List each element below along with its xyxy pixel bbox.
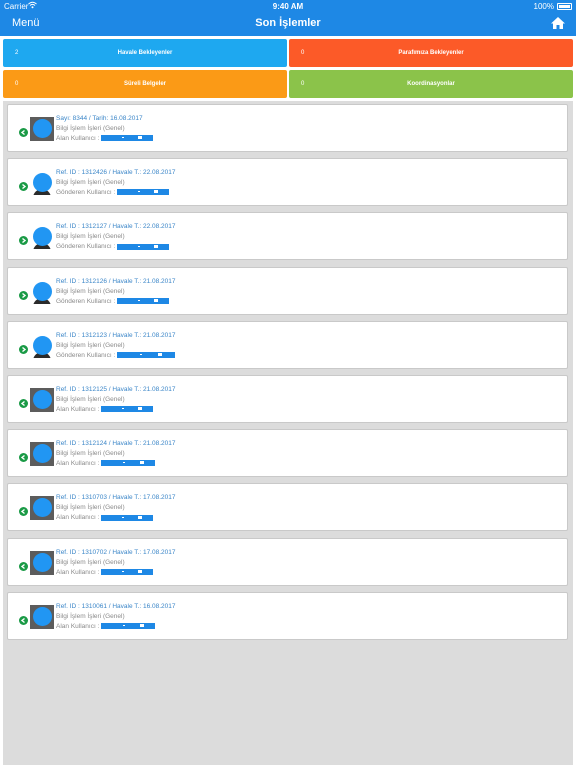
redacted-user-name — [117, 297, 170, 304]
redacted-user-name — [101, 460, 156, 467]
item-user-row: Gönderen Kullanıcı : — [56, 189, 170, 197]
item-user-label: Alan Kullanıcı : — [56, 135, 100, 142]
forward-arrow-icon — [19, 341, 28, 354]
redacted-user-name — [101, 623, 156, 630]
nav-bar: Menü Son İşlemler — [0, 12, 576, 36]
avatar — [30, 604, 54, 629]
item-title: Ref. ID : 1310061 / Havale T.: 16.08.201… — [56, 602, 176, 610]
battery-icon — [557, 3, 572, 10]
item-user-row: Gönderen Kullanıcı : — [56, 297, 170, 305]
item-user-row: Gönderen Kullanıcı : — [56, 351, 176, 359]
item-title: Ref. ID : 1312123 / Havale T.: 21.08.201… — [56, 331, 176, 339]
back-arrow-icon — [19, 124, 28, 137]
item-user-label: Gönderen Kullanıcı : — [56, 297, 116, 305]
dashboard-label: Havale Bekleyenler — [117, 50, 173, 56]
item-user-row: Alan Kullanıcı : — [56, 622, 156, 630]
item-category: Bilgi İşlem İşleri (Genel) — [56, 612, 125, 620]
item-category: Bilgi İşlem İşleri (Genel) — [56, 450, 125, 458]
item-category: Bilgi İşlem İşleri (Genel) — [56, 396, 125, 403]
item-category: Bilgi İşlem İşleri (Genel) — [56, 233, 125, 241]
recent-transactions-list[interactable]: Sayı: 8344 / Tarih: 16.08.2017 Bilgi İşle… — [3, 101, 573, 765]
dashboard-paraf-bekleyenler[interactable]: 0 Parafımıza Bekleyenler — [289, 39, 573, 67]
item-category: Bilgi İşlem İşleri (Genel) — [56, 179, 125, 187]
back-arrow-icon — [19, 558, 28, 571]
redacted-user-name — [117, 352, 176, 359]
item-title: Ref. ID : 1312126 / Havale T.: 21.08.201… — [56, 277, 176, 285]
avatar — [30, 117, 54, 141]
avatar — [30, 333, 54, 358]
list-item[interactable]: Ref. ID : 1312124 / Havale T.: 21.08.201… — [7, 429, 568, 478]
item-user-label: Gönderen Kullanıcı : — [56, 351, 116, 359]
clock: 9:40 AM — [272, 2, 304, 11]
forward-arrow-icon — [19, 232, 28, 246]
list-item[interactable]: Ref. ID : 1312426 / Havale T.: 22.08.201… — [7, 158, 568, 207]
item-title: Ref. ID : 1312125 / Havale T.: 21.08.201… — [56, 386, 176, 393]
list-item[interactable]: Ref. ID : 1312127 / Havale T.: 22.08.201… — [7, 212, 568, 261]
list-item[interactable]: Ref. ID : 1312123 / Havale T.: 21.08.201… — [7, 320, 568, 369]
item-category: Bilgi İşlem İşleri (Genel) — [56, 125, 125, 132]
back-arrow-icon — [19, 612, 28, 625]
redacted-user-name — [101, 568, 154, 575]
item-user-row: Alan Kullanıcı : — [56, 514, 154, 522]
avatar — [30, 442, 54, 467]
back-arrow-icon — [19, 503, 28, 517]
item-category: Bilgi İşlem İşleri (Genel) — [56, 504, 125, 512]
list-item[interactable]: Ref. ID : 1312126 / Havale T.: 21.08.201… — [7, 266, 568, 315]
redacted-user-name — [101, 514, 154, 521]
redacted-user-name — [101, 135, 154, 142]
home-icon[interactable] — [550, 15, 566, 31]
list-item[interactable]: Ref. ID : 1310061 / Havale T.: 16.08.201… — [7, 591, 568, 640]
dashboard-havale-bekleyenler[interactable]: 2 Havale Bekleyenler — [3, 39, 287, 67]
list-item[interactable]: Sayı: 8344 / Tarih: 16.08.2017 Bilgi İşle… — [7, 104, 568, 152]
forward-arrow-icon — [19, 178, 28, 192]
avatar — [30, 496, 54, 521]
back-arrow-icon — [19, 449, 28, 463]
item-user-label: Gönderen Kullanıcı : — [56, 243, 116, 251]
item-title: Ref. ID : 1310703 / Havale T.: 17.08.201… — [56, 494, 176, 502]
avatar — [30, 388, 54, 412]
item-user-label: Alan Kullanıcı : — [56, 406, 100, 413]
item-title: Ref. ID : 1312127 / Havale T.: 22.08.201… — [56, 223, 176, 231]
list-item[interactable]: Ref. ID : 1310702 / Havale T.: 17.08.201… — [7, 537, 568, 586]
dashboard-sureli-belgeler[interactable]: 0 Süreli Belgeler — [3, 70, 287, 98]
item-category: Bilgi İşlem İşleri (Genel) — [56, 558, 125, 566]
item-user-row: Gönderen Kullanıcı : — [56, 243, 170, 251]
avatar — [30, 225, 54, 250]
status-bar: Carrier 9:40 AM 100% — [0, 0, 576, 12]
item-user-label: Alan Kullanıcı : — [56, 568, 100, 576]
item-user-row: Alan Kullanıcı : — [56, 568, 154, 576]
item-user-row: Alan Kullanıcı : — [56, 406, 154, 413]
item-user-label: Alan Kullanıcı : — [56, 460, 100, 468]
redacted-user-name — [101, 406, 154, 413]
item-user-label: Alan Kullanıcı : — [56, 622, 100, 630]
redacted-user-name — [117, 243, 170, 250]
item-user-label: Alan Kullanıcı : — [56, 514, 100, 522]
dashboard-koordinasyonlar[interactable]: 0 Koordinasyonlar — [289, 70, 573, 98]
page-title: Son İşlemler — [255, 17, 321, 29]
list-item[interactable]: Ref. ID : 1312125 / Havale T.: 21.08.201… — [7, 375, 568, 423]
item-title: Ref. ID : 1312426 / Havale T.: 22.08.201… — [56, 169, 176, 177]
item-category: Bilgi İşlem İşleri (Genel) — [56, 287, 125, 295]
avatar — [30, 550, 54, 575]
item-user-row: Alan Kullanıcı : — [56, 135, 154, 142]
avatar — [30, 171, 54, 196]
battery-percent: 100% — [533, 2, 554, 11]
item-user-row: Alan Kullanıcı : — [56, 460, 156, 468]
redacted-user-name — [117, 189, 170, 196]
avatar — [30, 279, 54, 304]
item-category: Bilgi İşlem İşleri (Genel) — [56, 341, 125, 349]
dashboard-label: Parafımıza Bekleyenler — [398, 50, 464, 56]
item-title: Ref. ID : 1310702 / Havale T.: 17.08.201… — [56, 548, 176, 556]
dashboard-label: Süreli Belgeler — [123, 81, 167, 87]
item-title: Sayı: 8344 / Tarih: 16.08.2017 — [56, 115, 143, 122]
list-item[interactable]: Ref. ID : 1310703 / Havale T.: 17.08.201… — [7, 483, 568, 532]
item-title: Ref. ID : 1312124 / Havale T.: 21.08.201… — [56, 440, 176, 448]
item-user-label: Gönderen Kullanıcı : — [56, 189, 116, 197]
forward-arrow-icon — [19, 287, 28, 300]
back-arrow-icon — [19, 395, 28, 408]
dashboard-label: Koordinasyonlar — [407, 81, 455, 87]
